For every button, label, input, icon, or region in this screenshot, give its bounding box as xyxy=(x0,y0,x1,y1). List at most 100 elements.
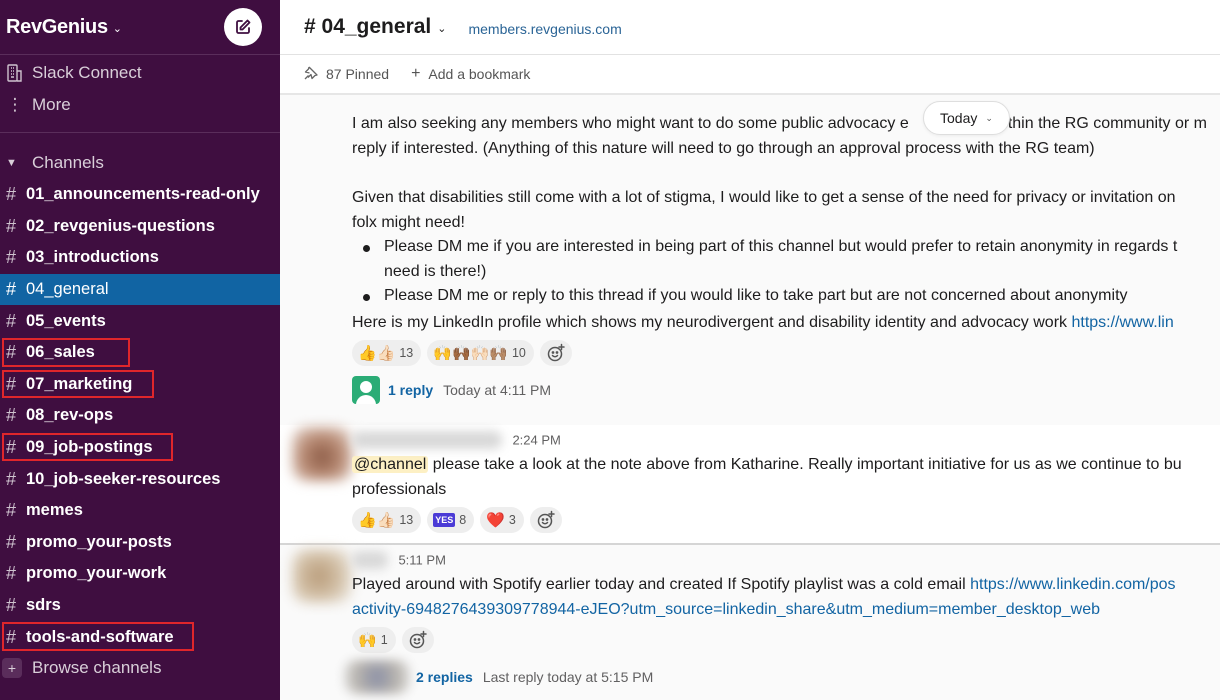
sidebar-channel-08-rev-ops[interactable]: # 08_rev-ops xyxy=(0,400,280,432)
linkedin-post-link[interactable]: activity-6948276439309778944-eJEO?utm_so… xyxy=(352,601,1100,618)
raised-hands-icon: 🙌 xyxy=(358,631,377,649)
hash-icon: # xyxy=(6,500,17,521)
message: 5:11 PM Played around with Spotify earli… xyxy=(280,545,1220,700)
replies-link[interactable]: 2 replies xyxy=(416,669,473,685)
sidebar-channel-tools-and-software[interactable]: # tools-and-software xyxy=(0,621,280,653)
hash-icon: # xyxy=(6,531,17,552)
slack-app: RevGenius ⌄ Slack Connect ⋮ More ▼ Chann… xyxy=(0,0,1220,700)
channel-name: 03_introductions xyxy=(26,248,159,267)
avatar xyxy=(352,376,380,404)
avatar[interactable] xyxy=(292,427,352,481)
add-reaction-button[interactable] xyxy=(539,340,572,366)
channel-view: # 04_general ⌄ members.revgenius.com 87 … xyxy=(280,0,1220,700)
pinned-button[interactable]: 87 Pinned xyxy=(326,66,389,82)
reactions-bar: 🙌 1 xyxy=(352,626,1176,654)
highlight-box xyxy=(2,432,173,462)
add-emoji-icon xyxy=(547,343,565,362)
text-line: Given that disabilities still come with … xyxy=(352,189,1176,206)
channel-topic[interactable]: members.revgenius.com xyxy=(468,21,621,37)
add-reaction-button[interactable] xyxy=(529,507,562,533)
hash-icon: # xyxy=(6,563,17,584)
text-line: please take a look at the note above fro… xyxy=(428,456,1182,473)
reaction-count: 8 xyxy=(459,513,467,527)
thread-summary[interactable]: 2 replies Last reply today at 5:15 PM xyxy=(344,660,1176,694)
channel-name: 02_revgenius-questions xyxy=(26,216,215,235)
reaction-yes[interactable]: YES 8 xyxy=(427,507,475,533)
browse-channels-label: Browse channels xyxy=(32,658,162,678)
sidebar-channel-01-announcements-read-only[interactable]: # 01_announcements-read-only xyxy=(0,179,280,211)
sidebar-channel-04-general[interactable]: # 04_general xyxy=(0,273,280,306)
channel-list: # 01_announcements-read-only # 02_revgen… xyxy=(0,179,280,653)
linkedin-post-link[interactable]: https://www.linkedin.com/pos xyxy=(970,576,1175,593)
workspace-header[interactable]: RevGenius ⌄ xyxy=(0,0,280,55)
browse-channels-button[interactable]: + Browse channels xyxy=(0,653,280,684)
thread-summary[interactable]: 1 reply Today at 4:11 PM xyxy=(352,375,1207,405)
bookmarks-bar: 87 Pinned + Add a bookmark xyxy=(280,55,1220,95)
reaction-thumbs-up[interactable]: 👍👍🏻 13 xyxy=(352,340,422,366)
sidebar-channel-memes[interactable]: # memes xyxy=(0,495,280,527)
thumbs-up-icon: 👍👍🏻 xyxy=(358,511,396,529)
sidebar-item-more[interactable]: ⋮ More xyxy=(0,89,280,121)
replies-link[interactable]: 1 reply xyxy=(388,382,433,398)
message: 2:24 PM @channel please take a look at t… xyxy=(280,425,1220,543)
reaction-thumbs-up[interactable]: 👍👍🏻 13 xyxy=(352,507,422,533)
channels-section-toggle[interactable]: ▼ Channels xyxy=(0,147,280,179)
sidebar-channel-07-marketing[interactable]: # 07_marketing xyxy=(0,369,280,401)
reaction-count: 1 xyxy=(380,633,388,647)
sidebar-channel-promo-your-posts[interactable]: # promo_your-posts xyxy=(0,527,280,559)
avatar[interactable] xyxy=(292,549,352,603)
sidebar-channel-09-job-postings[interactable]: # 09_job-postings xyxy=(0,432,280,464)
workspace-name[interactable]: RevGenius xyxy=(6,16,108,39)
reaction-heart[interactable]: ❤️ 3 xyxy=(480,507,524,533)
channel-title[interactable]: # 04_general xyxy=(304,15,431,39)
channel-name: 05_events xyxy=(26,311,106,330)
hash-icon: # xyxy=(6,595,17,616)
bullet-item: Please DM me if you are interested in be… xyxy=(360,235,1207,284)
message-text: I am also seeking any members who might … xyxy=(352,112,1207,161)
plus-icon: + xyxy=(2,658,22,679)
sidebar-channel-10-job-seeker-resources[interactable]: # 10_job-seeker-resources xyxy=(0,463,280,495)
compose-button[interactable] xyxy=(224,8,262,46)
bullet-item: Please DM me or reply to this thread if … xyxy=(360,284,1207,309)
sidebar-channel-promo-your-work[interactable]: # promo_your-work xyxy=(0,558,280,590)
message-feed: I am also seeking any members who might … xyxy=(280,97,1220,700)
sender-name[interactable] xyxy=(352,431,502,449)
date-divider-pill[interactable]: Today ⌄ xyxy=(923,101,1010,135)
channel-name: 08_rev-ops xyxy=(26,406,114,425)
sender-name[interactable] xyxy=(352,551,388,569)
sidebar-channel-02-revgenius-questions[interactable]: # 02_revgenius-questions xyxy=(0,211,280,243)
message-timestamp[interactable]: 2:24 PM xyxy=(512,433,560,448)
message: I am also seeking any members who might … xyxy=(352,112,1207,405)
reaction-raised-hands[interactable]: 🙌🙌🏾🙌🏻🙌🏽 10 xyxy=(427,340,534,366)
thread-timestamp: Today at 4:11 PM xyxy=(443,382,552,398)
message-timestamp[interactable]: 5:11 PM xyxy=(398,553,445,568)
channel-mention[interactable]: @channel xyxy=(352,456,429,473)
message-text: Here is my LinkedIn profile which shows … xyxy=(352,311,1207,336)
reaction-raised-hands[interactable]: 🙌 1 xyxy=(352,627,396,653)
channel-header: # 04_general ⌄ members.revgenius.com xyxy=(280,0,1220,55)
add-emoji-icon xyxy=(409,630,427,649)
sidebar-item-label: More xyxy=(32,95,71,114)
channel-name: memes xyxy=(26,501,83,520)
channel-name: promo_your-work xyxy=(26,564,167,583)
chevron-down-icon[interactable]: ⌄ xyxy=(437,22,446,35)
reactions-bar: 👍👍🏻 13 🙌🙌🏾🙌🏻🙌🏽 10 xyxy=(352,339,1207,367)
sidebar-channel-sdrs[interactable]: # sdrs xyxy=(0,590,280,622)
text-line: reply if interested. (Anything of this n… xyxy=(352,139,1095,157)
compose-icon xyxy=(236,19,251,34)
message-text: Played around with Spotify earlier today… xyxy=(352,573,1176,622)
linkedin-link[interactable]: https://www.lin xyxy=(1071,314,1173,331)
text-line: folx might need! xyxy=(352,213,465,231)
channel-name: 10_job-seeker-resources xyxy=(26,469,221,488)
sidebar-item-slack-connect[interactable]: Slack Connect xyxy=(0,57,280,89)
text-line: Here is my LinkedIn profile which shows … xyxy=(352,313,1072,331)
sidebar-channel-05-events[interactable]: # 05_events xyxy=(0,305,280,337)
add-reaction-button[interactable] xyxy=(401,627,434,653)
more-vertical-icon: ⋮ xyxy=(6,95,24,114)
add-bookmark-button[interactable]: Add a bookmark xyxy=(428,66,530,82)
avatar xyxy=(344,660,410,694)
sidebar-channel-06-sales[interactable]: # 06_sales xyxy=(0,337,280,369)
sidebar-channel-03-introductions[interactable]: # 03_introductions xyxy=(0,242,280,274)
message-text: @channel please take a look at the note … xyxy=(352,453,1182,502)
sidebar-item-label: Slack Connect xyxy=(32,63,142,82)
